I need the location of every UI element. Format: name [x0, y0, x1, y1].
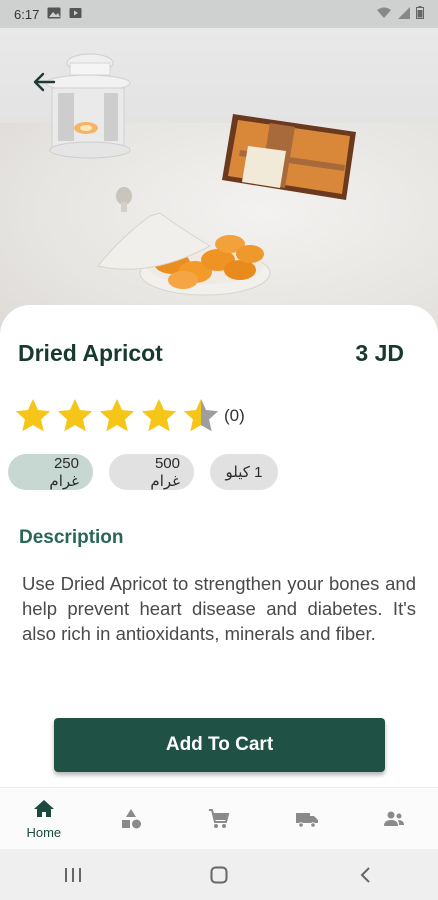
weight-option-250g[interactable]: 250 غرام — [8, 454, 93, 490]
weight-option-label: 500 غرام — [150, 454, 180, 490]
description-text: Use Dried Apricot to strengthen your bon… — [22, 573, 416, 644]
weight-options: 250 غرام 500 غرام 1 كيلو — [8, 454, 278, 490]
nav-label-home: Home — [26, 825, 62, 840]
nav-item-home[interactable]: Home — [0, 788, 88, 849]
recent-apps-icon — [65, 867, 81, 882]
rating-count: (0) — [224, 406, 245, 425]
shapes-icon — [122, 808, 142, 828]
product-title: Dried Apricot — [18, 340, 163, 366]
star-icon — [141, 399, 177, 432]
weight-option-1kg[interactable]: 1 كيلو — [210, 454, 278, 490]
status-time: 6:17 — [14, 6, 40, 22]
weight-option-label: 1 كيلو — [225, 464, 263, 481]
add-to-cart-button[interactable]: Add To Cart — [54, 718, 385, 772]
wifi-icon — [376, 7, 392, 22]
battery-icon — [416, 6, 424, 22]
cart-icon — [208, 808, 230, 828]
home-icon — [33, 800, 54, 817]
product-image — [0, 28, 438, 338]
home-system-button[interactable] — [189, 855, 249, 895]
home-square-icon — [210, 866, 228, 883]
star-rating[interactable]: (0) — [12, 395, 245, 437]
truck-icon — [295, 812, 318, 828]
back-arrow-icon[interactable] — [30, 68, 58, 96]
weight-option-label: 250 غرام — [49, 454, 79, 490]
system-nav-bar — [0, 849, 438, 900]
product-price: 3 JD — [355, 340, 404, 366]
back-chevron-icon — [360, 866, 370, 883]
back-system-button[interactable] — [335, 855, 395, 895]
description-heading: Description — [19, 527, 124, 548]
gallery-icon — [47, 7, 61, 22]
recent-apps-button[interactable] — [43, 855, 103, 895]
status-bar: 6:17 — [0, 0, 438, 28]
media-icon — [69, 7, 82, 22]
nav-item-categories[interactable] — [88, 788, 176, 849]
star-icon — [15, 399, 51, 432]
people-icon — [384, 811, 405, 826]
bottom-nav: Home — [0, 787, 438, 849]
nav-item-delivery[interactable] — [263, 788, 351, 849]
star-icon — [99, 399, 135, 432]
star-icon — [57, 399, 93, 432]
half-star-icon — [183, 399, 219, 432]
signal-icon — [398, 6, 410, 22]
weight-option-500g[interactable]: 500 غرام — [109, 454, 194, 490]
nav-item-cart[interactable] — [175, 788, 263, 849]
nav-item-account[interactable] — [350, 788, 438, 849]
